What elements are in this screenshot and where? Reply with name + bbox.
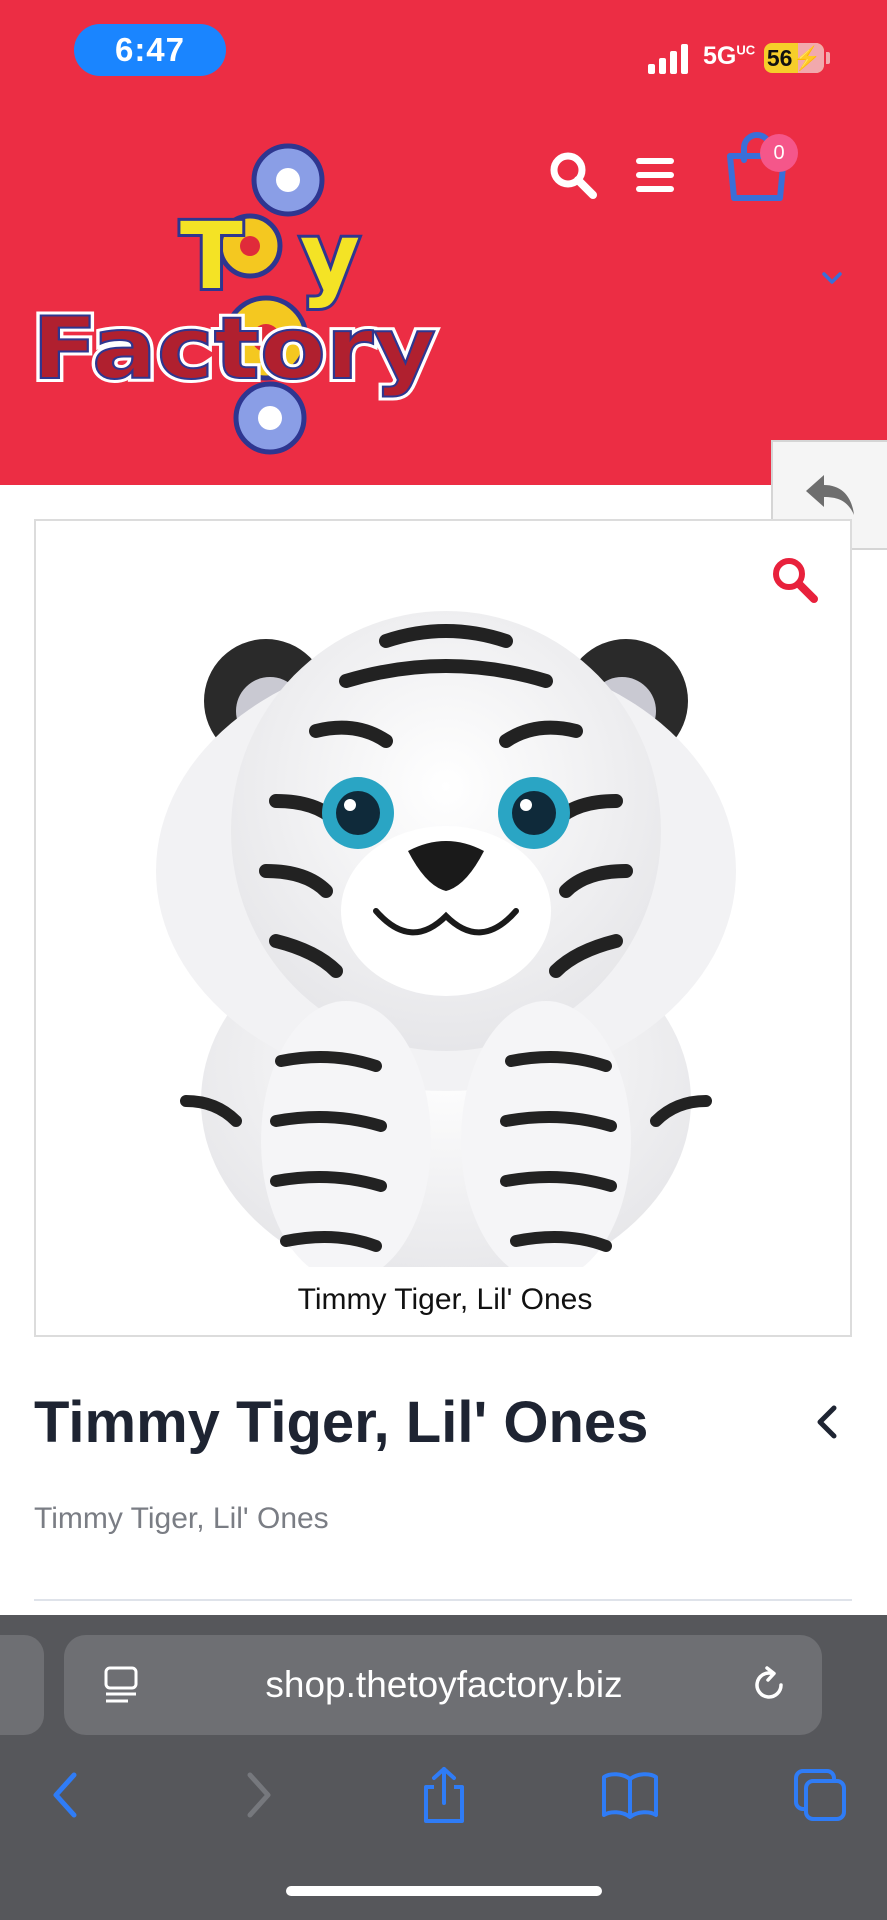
cart-count-badge: 0 <box>760 134 798 172</box>
browser-toolbar: shop.thetoyfactory.biz <box>0 1615 887 1920</box>
status-time[interactable]: 6:47 <box>74 24 226 76</box>
reader-mode-icon[interactable] <box>102 1665 142 1705</box>
toy-factory-logo[interactable]: T y Factory Factory <box>30 128 450 458</box>
chevron-left-icon[interactable] <box>812 1402 842 1442</box>
reply-arrow-icon <box>806 475 854 515</box>
battery-level: 56 <box>766 44 793 71</box>
svg-text:T: T <box>180 203 243 310</box>
product-title: Timmy Tiger, Lil' Ones <box>34 1390 649 1455</box>
site-header: T y Factory Factory <box>0 100 887 485</box>
section-divider <box>34 1599 852 1601</box>
address-bar[interactable]: shop.thetoyfactory.biz <box>64 1635 822 1735</box>
bookmarks-icon[interactable] <box>600 1765 660 1825</box>
svg-text:Factory: Factory <box>32 299 436 399</box>
chevron-down-icon[interactable] <box>820 270 844 286</box>
image-caption: Timmy Tiger, Lil' Ones <box>260 1267 630 1333</box>
product-short-description: Timmy Tiger, Lil' Ones <box>34 1502 329 1535</box>
status-bar: 6:47 5GUC 56 ⚡ <box>0 0 887 100</box>
forward-icon[interactable] <box>228 1765 288 1825</box>
cellular-signal-icon <box>648 44 688 74</box>
home-indicator[interactable] <box>286 1886 602 1896</box>
battery-nub <box>826 52 830 64</box>
zoom-magnifier-icon[interactable] <box>770 555 820 605</box>
tabs-icon[interactable] <box>790 1765 850 1825</box>
product-image <box>156 611 736 1281</box>
reload-icon[interactable] <box>750 1665 790 1705</box>
search-icon[interactable] <box>548 150 598 200</box>
svg-text:y: y <box>300 203 360 310</box>
battery-icon: 56 ⚡ <box>764 43 824 73</box>
product-image-gallery[interactable]: Timmy Tiger, Lil' Ones <box>34 519 852 1337</box>
share-icon[interactable] <box>414 1765 474 1825</box>
back-icon[interactable] <box>36 1765 96 1825</box>
url-text[interactable]: shop.thetoyfactory.biz <box>184 1635 704 1735</box>
menu-icon[interactable] <box>632 154 682 196</box>
network-label: 5GUC <box>703 42 756 70</box>
previous-tab-peek[interactable] <box>0 1635 44 1735</box>
